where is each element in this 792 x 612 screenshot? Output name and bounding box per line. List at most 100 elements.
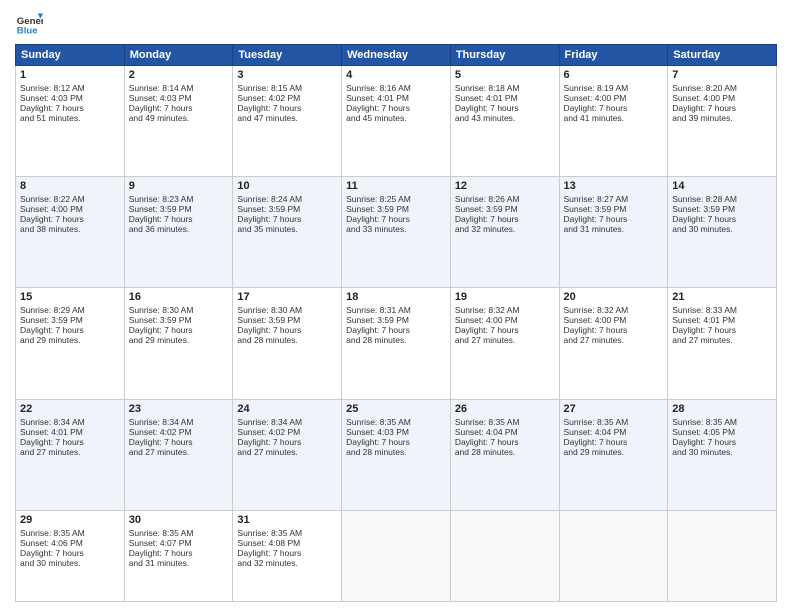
day-info: Sunset: 4:03 PM — [20, 93, 120, 103]
day-number: 6 — [564, 69, 664, 81]
calendar-table: SundayMondayTuesdayWednesdayThursdayFrid… — [15, 44, 777, 602]
day-info: Sunrise: 8:24 AM — [237, 194, 337, 204]
day-number: 19 — [455, 291, 555, 303]
day-info: and 27 minutes. — [564, 335, 664, 345]
day-info: and 47 minutes. — [237, 113, 337, 123]
calendar-cell: 10 Sunrise: 8:24 AMSunset: 3:59 PMDayligh… — [233, 177, 342, 288]
weekday-header-sunday: Sunday — [16, 45, 125, 66]
day-number: 27 — [564, 403, 664, 415]
calendar-cell: 29Sunrise: 8:35 AMSunset: 4:06 PMDayligh… — [16, 510, 125, 601]
day-info: Sunrise: 8:35 AM — [129, 528, 229, 538]
svg-text:Blue: Blue — [17, 26, 38, 37]
day-info: Daylight: 7 hours — [20, 548, 120, 558]
day-info: Daylight: 7 hours — [237, 437, 337, 447]
day-number: 22 — [20, 403, 120, 415]
weekday-header-tuesday: Tuesday — [233, 45, 342, 66]
day-info: and 43 minutes. — [455, 113, 555, 123]
day-info: Daylight: 7 hours — [237, 214, 337, 224]
calendar-cell: 2Sunrise: 8:14 AMSunset: 4:03 PMDaylight… — [124, 66, 233, 177]
day-info: and 33 minutes. — [346, 224, 446, 234]
calendar-cell: 15 Sunrise: 8:29 AMSunset: 3:59 PMDayligh… — [16, 288, 125, 399]
day-info: Daylight: 7 hours — [672, 325, 772, 335]
day-number: 15 — [20, 291, 120, 303]
day-info: Sunrise: 8:12 AM — [20, 83, 120, 93]
day-number: 10 — [237, 180, 337, 192]
day-info: Sunset: 3:59 PM — [237, 204, 337, 214]
weekday-header-saturday: Saturday — [668, 45, 777, 66]
day-info: Sunrise: 8:29 AM — [20, 305, 120, 315]
day-number: 30 — [129, 514, 229, 526]
day-info: Daylight: 7 hours — [564, 214, 664, 224]
day-info: Sunrise: 8:35 AM — [455, 417, 555, 427]
day-info: Sunset: 4:00 PM — [564, 315, 664, 325]
day-info: Sunrise: 8:34 AM — [129, 417, 229, 427]
day-info: Sunset: 3:59 PM — [20, 315, 120, 325]
day-info: and 27 minutes. — [20, 447, 120, 457]
day-number: 21 — [672, 291, 772, 303]
day-info: and 38 minutes. — [20, 224, 120, 234]
calendar-cell: 27Sunrise: 8:35 AMSunset: 4:04 PMDayligh… — [559, 399, 668, 510]
calendar-page: General Blue SundayMondayTuesdayWednesda… — [0, 0, 792, 612]
day-info: and 45 minutes. — [346, 113, 446, 123]
day-info: Daylight: 7 hours — [672, 214, 772, 224]
day-number: 9 — [129, 180, 229, 192]
day-number: 4 — [346, 69, 446, 81]
day-info: Sunset: 4:02 PM — [237, 93, 337, 103]
day-info: Daylight: 7 hours — [346, 437, 446, 447]
calendar-cell: 9Sunrise: 8:23 AMSunset: 3:59 PMDaylight… — [124, 177, 233, 288]
day-number: 1 — [20, 69, 120, 81]
calendar-cell: 25Sunrise: 8:35 AMSunset: 4:03 PMDayligh… — [342, 399, 451, 510]
day-info: Sunset: 4:01 PM — [20, 427, 120, 437]
day-info: and 29 minutes. — [564, 447, 664, 457]
day-info: Sunset: 4:07 PM — [129, 538, 229, 548]
day-number: 2 — [129, 69, 229, 81]
day-info: Daylight: 7 hours — [129, 325, 229, 335]
day-info: Daylight: 7 hours — [129, 548, 229, 558]
day-info: Sunrise: 8:26 AM — [455, 194, 555, 204]
day-info: Sunrise: 8:15 AM — [237, 83, 337, 93]
day-info: Daylight: 7 hours — [237, 103, 337, 113]
day-info: Sunrise: 8:30 AM — [129, 305, 229, 315]
day-info: Sunset: 4:03 PM — [129, 93, 229, 103]
day-info: Daylight: 7 hours — [237, 325, 337, 335]
calendar-cell: 16Sunrise: 8:30 AMSunset: 3:59 PMDayligh… — [124, 288, 233, 399]
day-info: Sunset: 4:00 PM — [20, 204, 120, 214]
calendar-cell: 8Sunrise: 8:22 AMSunset: 4:00 PMDaylight… — [16, 177, 125, 288]
calendar-cell: 31Sunrise: 8:35 AMSunset: 4:08 PMDayligh… — [233, 510, 342, 601]
calendar-cell: 22Sunrise: 8:34 AMSunset: 4:01 PMDayligh… — [16, 399, 125, 510]
day-info: Daylight: 7 hours — [129, 214, 229, 224]
calendar-cell — [342, 510, 451, 601]
calendar-cell: 4Sunrise: 8:16 AMSunset: 4:01 PMDaylight… — [342, 66, 451, 177]
day-info: Sunrise: 8:33 AM — [672, 305, 772, 315]
day-info: Sunrise: 8:18 AM — [455, 83, 555, 93]
day-info: and 39 minutes. — [672, 113, 772, 123]
day-info: and 36 minutes. — [129, 224, 229, 234]
day-info: Sunset: 4:01 PM — [346, 93, 446, 103]
day-info: and 31 minutes. — [564, 224, 664, 234]
day-info: and 27 minutes. — [129, 447, 229, 457]
calendar-cell: 11Sunrise: 8:25 AMSunset: 3:59 PMDayligh… — [342, 177, 451, 288]
calendar-cell: 18Sunrise: 8:31 AMSunset: 3:59 PMDayligh… — [342, 288, 451, 399]
weekday-header-monday: Monday — [124, 45, 233, 66]
day-info: Sunset: 3:59 PM — [672, 204, 772, 214]
day-number: 28 — [672, 403, 772, 415]
calendar-cell: 26Sunrise: 8:35 AMSunset: 4:04 PMDayligh… — [450, 399, 559, 510]
day-info: Daylight: 7 hours — [455, 214, 555, 224]
day-info: and 29 minutes. — [129, 335, 229, 345]
weekday-header-wednesday: Wednesday — [342, 45, 451, 66]
calendar-cell: 30 Sunrise: 8:35 AMSunset: 4:07 PMDayligh… — [124, 510, 233, 601]
calendar-cell: 1Sunrise: 8:12 AMSunset: 4:03 PMDaylight… — [16, 66, 125, 177]
day-info: Sunrise: 8:32 AM — [455, 305, 555, 315]
day-number: 5 — [455, 69, 555, 81]
day-info: Daylight: 7 hours — [20, 325, 120, 335]
day-number: 16 — [129, 291, 229, 303]
calendar-cell: 28Sunrise: 8:35 AMSunset: 4:05 PMDayligh… — [668, 399, 777, 510]
day-info: Sunrise: 8:35 AM — [564, 417, 664, 427]
day-info: Daylight: 7 hours — [129, 437, 229, 447]
day-number: 20 — [564, 291, 664, 303]
day-info: Daylight: 7 hours — [346, 214, 446, 224]
day-info: Sunrise: 8:35 AM — [20, 528, 120, 538]
day-number: 3 — [237, 69, 337, 81]
weekday-header-thursday: Thursday — [450, 45, 559, 66]
day-info: Daylight: 7 hours — [346, 325, 446, 335]
